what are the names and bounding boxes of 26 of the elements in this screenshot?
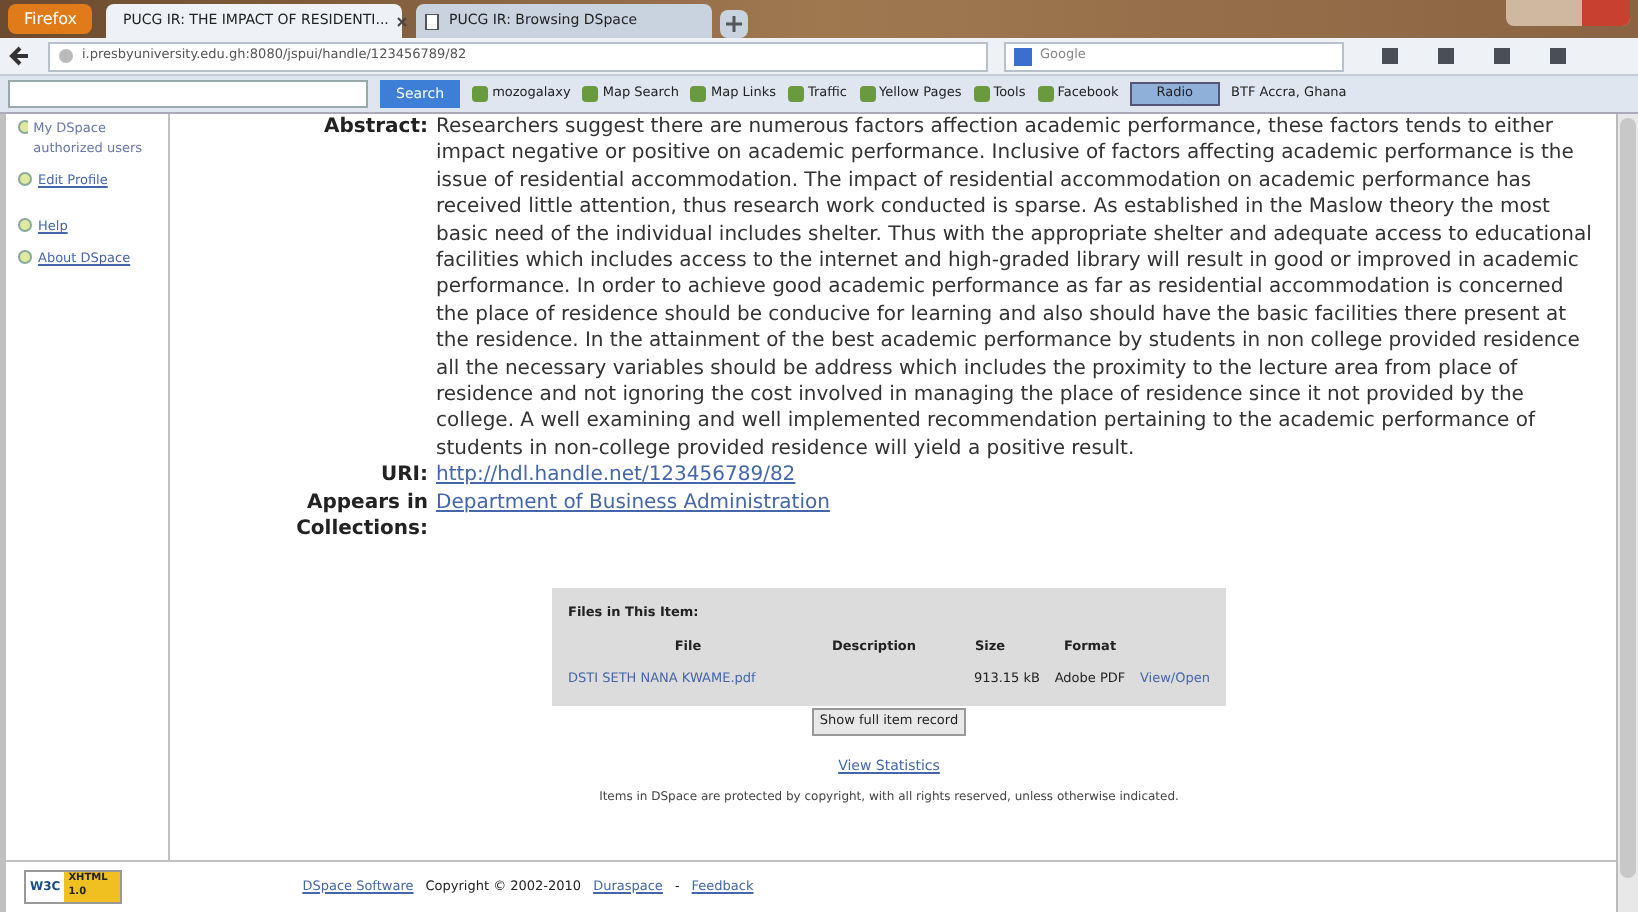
bullet-icon: [18, 250, 32, 264]
field-label: Appears in Collections:: [294, 489, 428, 543]
close-tab-icon[interactable]: [396, 15, 409, 27]
field-label: Abstract:: [321, 114, 428, 142]
search-engine-icon[interactable]: [1014, 47, 1032, 65]
toolbar-icon: [690, 86, 707, 102]
toolbar-icon: [859, 86, 875, 102]
globe-icon: [58, 48, 74, 64]
bullet-icon: [18, 171, 32, 185]
field-link[interactable]: Department of Business Administration: [436, 489, 1600, 543]
toolbar-icon: [973, 86, 990, 102]
page-icon: [424, 13, 441, 29]
field-link[interactable]: http://hdl.handle.net/123456789/82: [436, 462, 1600, 490]
toolbar-icon: [582, 86, 599, 102]
bullet-icon: [18, 120, 28, 134]
new-tab-icon[interactable]: [720, 10, 749, 38]
toolbar-search-field[interactable]: [8, 80, 368, 108]
toolbar-icon: [787, 86, 804, 102]
field-label: URI:: [378, 462, 428, 490]
abstract-text: Researchers suggest there are numerous factors affection academic performance, these factors tends to either impact negative or positive on academic performance. Inclusive of factors affecting academic performance is the issue of residential accommodation. The impact of residential accommodation on academic performance has received little attention, thus research work conducted is sparse. As established in the Maslow theory the most basic need of the individual includes shelter. Thus with the appropriate shelter and adequate access to educational facilities which includes access to the internet and high-graded library will result in good or improved in academic performance. In order to achieve good academic performance as far as residential accommodation is concerned the place of residence should be conducive for learning and also should have the basic facilities there present at the residence. In the attainment of the best academic performance by students in non college provided residence all the necessary variables should be address which includes the proximity to the lecture area from place of residence and not ignoring the cost involved in managing the place of residence since it not provided by the college. A well examining and well implemented recommendation pertaining to the academic performance of students in non-college provided residence will yield a positive result.: [436, 114, 1594, 463]
scrollbar-thumb[interactable]: [1620, 118, 1636, 878]
toolbar-icon: [1037, 86, 1054, 102]
bullet-icon: [18, 218, 32, 233]
back-arrow-icon[interactable]: [8, 44, 32, 68]
toolbar-icon: [472, 86, 489, 102]
window-controls-icon[interactable]: [1506, 0, 1630, 26]
